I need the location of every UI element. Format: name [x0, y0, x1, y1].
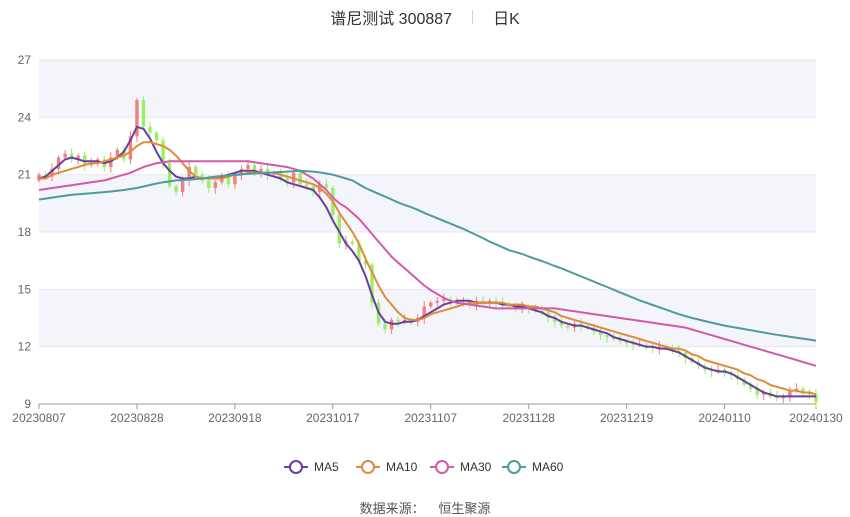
candle-body: [324, 184, 328, 189]
candle-body: [174, 186, 178, 192]
candle-body: [566, 325, 570, 328]
legend-marker: [361, 460, 375, 474]
y-tick-label: 27: [18, 53, 32, 67]
x-tick-label: 20231128: [502, 411, 555, 425]
x-tick-label: 20231017: [306, 411, 360, 425]
candle-body: [605, 335, 609, 338]
candle-body: [213, 182, 217, 189]
kline-chart: 9 12 15 18 21 24 27 20230807 20230828 20230918 202…: [12, 53, 843, 474]
x-tick-label: 20240110: [698, 411, 751, 425]
grid-band: [39, 60, 816, 118]
candle-body: [194, 167, 198, 175]
candle-body: [246, 165, 250, 169]
legend-label: MA60: [532, 460, 564, 474]
y-tick-label: 24: [18, 110, 32, 124]
candle-body: [429, 302, 433, 307]
candle-body: [396, 319, 400, 322]
x-tick-label: 20240130: [789, 411, 843, 425]
x-tick-label: 20231107: [405, 411, 458, 425]
candle-body: [233, 174, 237, 185]
y-tick-label: 21: [18, 168, 32, 182]
candle-body: [63, 153, 67, 158]
x-tick-label: 20231219: [600, 411, 654, 425]
grid-band: [39, 289, 816, 347]
x-tick-label: 20230807: [12, 411, 66, 425]
data-source: 数据来源： 恒生聚源: [0, 498, 850, 517]
candle-body: [207, 180, 211, 189]
x-tick-label: 20230828: [110, 411, 164, 425]
candle-body: [298, 172, 302, 185]
candle-body: [350, 241, 355, 244]
legend-label: MA30: [460, 460, 492, 474]
legend-marker: [289, 460, 303, 474]
candle-body: [435, 300, 439, 303]
legend-marker: [435, 460, 449, 474]
candle-body: [141, 100, 146, 127]
candle-body: [180, 180, 185, 192]
legend-label: MA5: [314, 460, 339, 474]
candle-body: [305, 184, 309, 187]
x-tick-label: 20230918: [208, 411, 262, 425]
y-tick-label: 18: [18, 225, 32, 239]
candle-body: [383, 323, 387, 330]
candle-body: [154, 132, 159, 141]
y-tick-label: 9: [24, 397, 31, 411]
legend-marker: [507, 460, 521, 474]
legend-label: MA10: [386, 460, 418, 474]
y-tick-label: 12: [18, 340, 32, 354]
source-value: 恒生聚源: [438, 501, 491, 516]
y-tick-label: 15: [18, 282, 32, 296]
candle-body: [148, 126, 152, 133]
source-label: 数据来源：: [359, 501, 425, 516]
candle-body: [167, 163, 172, 187]
